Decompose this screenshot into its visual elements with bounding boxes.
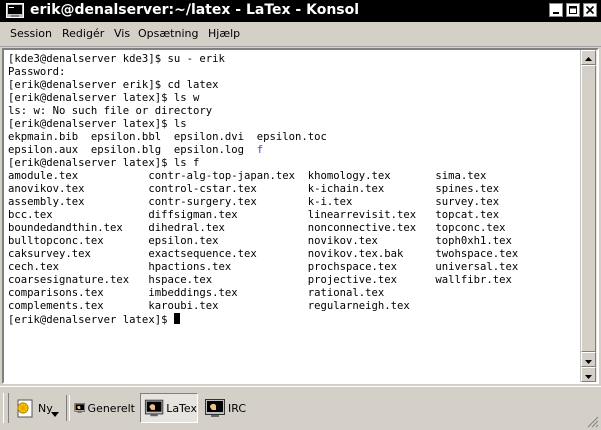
terminal-line: [erik@denalserver latex]$ ls — [8, 118, 187, 130]
terminal-view[interactable]: [kde3@denalserver kde3]$ su - erik Passw… — [4, 50, 581, 382]
terminal-line: [erik@denalserver latex]$ — [8, 314, 174, 326]
menu-opsaetning[interactable]: Opsætning — [138, 27, 198, 40]
new-session-button[interactable]: Ny — [10, 393, 62, 423]
maximize-icon — [569, 6, 577, 14]
terminal-line: bcc.tex diffsigman.tex linearrevisit.tex… — [8, 209, 500, 221]
terminal-line: complements.tex karoubi.tex regularneigh… — [8, 300, 410, 312]
tab-generelt-label: Generelt — [87, 401, 135, 415]
terminal-cursor — [173, 313, 180, 324]
window-title: erik@denalserver:~/latex - LaTex - Konso… — [30, 2, 360, 18]
close-icon — [585, 5, 595, 15]
konsole-icon — [144, 399, 164, 417]
terminal-line: ls: w: No such file or directory — [8, 105, 213, 117]
new-session-icon — [17, 399, 33, 418]
tab-irc-label: IRC — [228, 401, 247, 415]
terminal-line: [erik@denalserver latex]$ ls w — [8, 92, 200, 104]
terminal-line: [erik@denalserver erik]$ cd latex — [8, 79, 219, 91]
terminal-icon — [6, 3, 24, 18]
close-button[interactable] — [583, 3, 597, 17]
minimize-icon — [553, 12, 559, 14]
terminal-line: epsilon.aux epsilon.blg epsilon.log f — [8, 144, 264, 156]
scroll-down-button-2[interactable] — [581, 367, 596, 382]
konsole-icon — [205, 399, 225, 417]
tab-irc[interactable]: IRC — [200, 393, 248, 423]
maximize-button[interactable] — [566, 3, 580, 17]
terminal-line: comparisons.tex imbeddings.tex rational.… — [8, 287, 385, 299]
session-taskbar: Ny Generelt LaTex IRC — [0, 386, 601, 430]
terminal-line: Password: — [8, 66, 66, 78]
terminal-line: [erik@denalserver latex]$ ls f — [8, 157, 200, 169]
terminal-line: assembly.tex contr-surgery.tex k-i.tex s… — [8, 196, 500, 208]
terminal-line: bulltopconc.tex epsilon.tex novikov.tex … — [8, 235, 512, 247]
terminal-frame: [kde3@denalserver kde3]$ su - erik Passw… — [2, 48, 599, 384]
terminal-line: [kde3@denalserver kde3]$ su - erik — [8, 53, 225, 65]
scrollbar-thumb[interactable] — [581, 65, 596, 352]
terminal-line: caksurvey.tex exactsequence.tex novikov.… — [8, 248, 519, 260]
tab-latex[interactable]: LaTex — [140, 393, 198, 423]
arrow-down-icon — [585, 375, 592, 379]
minimize-button[interactable] — [549, 3, 563, 17]
menu-hjaelp[interactable]: Hjælp — [208, 27, 240, 40]
menu-rediger[interactable]: Redigér — [62, 27, 104, 40]
title-bar[interactable]: erik@denalserver:~/latex - LaTex - Konso… — [0, 0, 601, 22]
terminal-line: ekpmain.bib epsilon.bbl epsilon.dvi epsi… — [8, 131, 327, 143]
terminal-line: cech.tex hpactions.tex prochspace.tex un… — [8, 261, 519, 273]
dropdown-arrow-icon — [51, 412, 59, 417]
menu-session[interactable]: Session — [10, 27, 52, 40]
konsole-icon — [74, 403, 86, 413]
menu-vis[interactable]: Vis — [114, 27, 130, 40]
resize-grip-icon[interactable] — [587, 416, 599, 428]
tab-latex-label: LaTex — [166, 401, 197, 415]
tab-generelt[interactable]: Generelt — [70, 393, 136, 423]
terminal-line: anovikov.tex control-cstar.tex k-ichain.… — [8, 183, 500, 195]
scroll-up-button[interactable] — [581, 50, 596, 65]
terminal-output: [kde3@denalserver kde3]$ su - erik Passw… — [8, 53, 518, 327]
menu-bar: Session Redigér Vis Opsætning Hjælp — [0, 22, 601, 47]
terminal-line: boundedandthin.tex dihedral.tex nonconne… — [8, 222, 506, 234]
directory-entry: f — [256, 144, 264, 156]
vertical-scrollbar[interactable] — [580, 50, 597, 382]
toolbar-grip[interactable] — [3, 393, 9, 423]
scroll-down-button[interactable] — [581, 352, 596, 367]
terminal-line: coarsesignature.tex hspace.tex projectiv… — [8, 274, 512, 286]
terminal-line: amodule.tex contr-alg-top-japan.tex khom… — [8, 170, 487, 182]
